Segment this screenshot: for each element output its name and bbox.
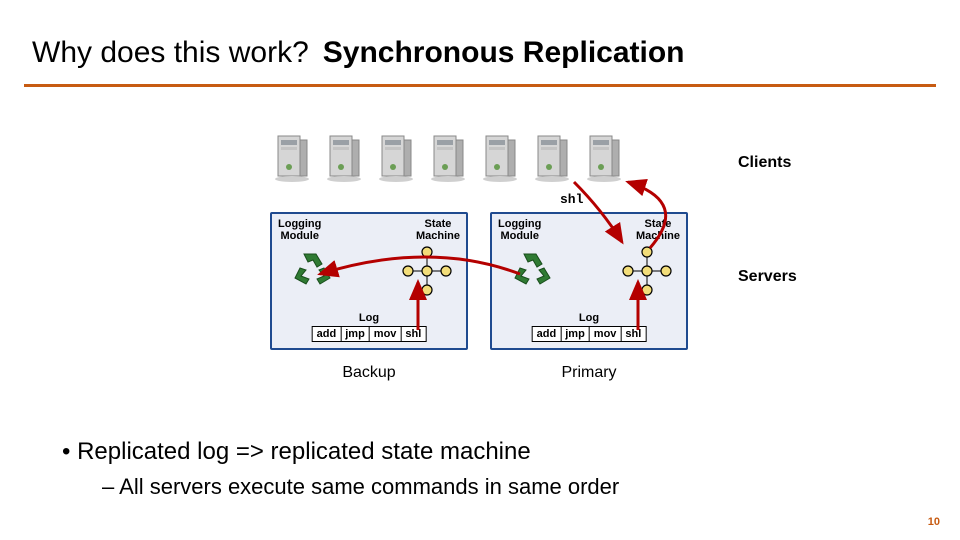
state-machine-icon <box>400 244 454 298</box>
log-block: Log addjmpmovshl <box>312 312 427 342</box>
log-label: Log <box>532 312 647 324</box>
log-entry: mov <box>370 327 402 341</box>
clients-label: Clients <box>738 154 791 172</box>
log-entry: shl <box>401 327 425 341</box>
log-entry: mov <box>590 327 622 341</box>
log-entry: add <box>533 327 562 341</box>
shl-command-label: shl <box>560 192 583 207</box>
state-machine-label: State Machine <box>636 218 680 242</box>
diagram: Clients shl Logging Module State Machine <box>0 132 960 412</box>
bullet-sub: All servers execute same commands in sam… <box>62 470 920 503</box>
client-tower-icon <box>530 132 576 184</box>
title-rule <box>24 84 936 87</box>
page-number: 10 <box>928 516 940 528</box>
log-entry: jmp <box>561 327 590 341</box>
recycle-icon <box>506 248 560 292</box>
role-row: Backup Primary <box>270 364 688 382</box>
client-tower-icon <box>270 132 316 184</box>
client-tower-icon <box>478 132 524 184</box>
title-right: Synchronous Replication <box>323 36 685 70</box>
role-primary: Primary <box>490 364 688 382</box>
log-entry: shl <box>621 327 645 341</box>
log-entry: add <box>313 327 342 341</box>
servers-row: Logging Module State Machine <box>270 212 688 350</box>
clients-row <box>270 132 628 184</box>
client-tower-icon <box>322 132 368 184</box>
servers-label: Servers <box>738 268 797 286</box>
state-machine-icon <box>620 244 674 298</box>
log-block: Log addjmpmovshl <box>532 312 647 342</box>
log-entry: jmp <box>341 327 370 341</box>
server-primary: Logging Module State Machine <box>490 212 688 350</box>
server-backup: Logging Module State Machine <box>270 212 468 350</box>
bullet-main: Replicated log => replicated state machi… <box>62 434 920 470</box>
bullets: Replicated log => replicated state machi… <box>62 434 920 503</box>
state-machine-label: State Machine <box>416 218 460 242</box>
log-label: Log <box>312 312 427 324</box>
logging-module-label: Logging Module <box>498 218 541 242</box>
role-backup: Backup <box>270 364 468 382</box>
client-tower-icon <box>582 132 628 184</box>
recycle-icon <box>286 248 340 292</box>
logging-module-label: Logging Module <box>278 218 321 242</box>
title-left: Why does this work? <box>32 36 309 70</box>
client-tower-icon <box>426 132 472 184</box>
client-tower-icon <box>374 132 420 184</box>
